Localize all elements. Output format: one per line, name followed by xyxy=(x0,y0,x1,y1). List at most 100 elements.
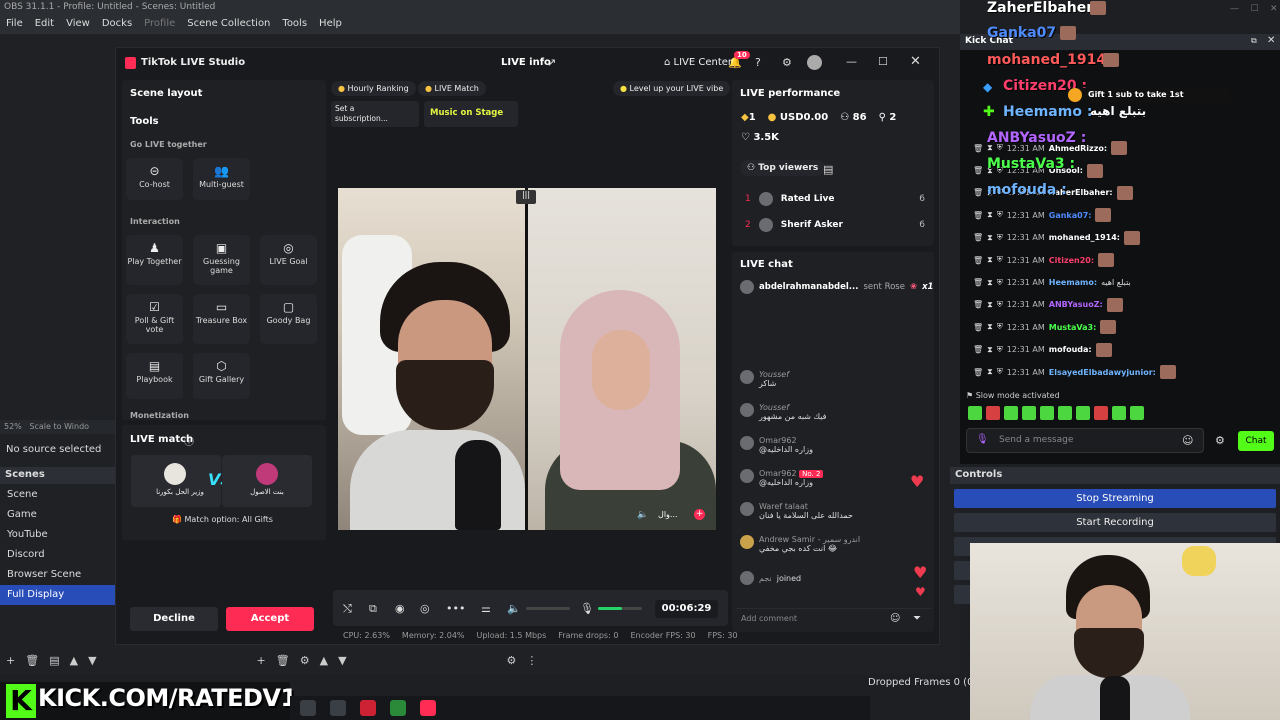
trash-icon[interactable]: 🗑 xyxy=(973,233,983,242)
trash-icon[interactable]: 🗑 xyxy=(973,345,983,354)
scene-item[interactable]: YouTube xyxy=(0,525,115,545)
maximize-icon[interactable]: ☐ xyxy=(1250,4,1258,14)
tiktok-taskbar-icon[interactable] xyxy=(420,700,436,716)
timeout-icon[interactable]: ⧗ xyxy=(987,300,993,310)
live-info-title[interactable]: LIVE info xyxy=(501,57,551,68)
kick-username[interactable]: MustaVa3: xyxy=(1049,323,1097,332)
emote-icon[interactable] xyxy=(1094,406,1108,420)
emoji-icon[interactable]: ☺ xyxy=(1182,434,1193,447)
timeout-icon[interactable]: ⧗ xyxy=(987,345,993,355)
menu-file[interactable]: File xyxy=(6,18,23,32)
send-message-input[interactable]: Send a message xyxy=(966,428,1204,453)
camera-icon[interactable]: ◎ xyxy=(420,602,430,615)
mixer-icon[interactable]: ⚙ xyxy=(507,654,517,667)
live-match-pill[interactable]: ● LIVE Match xyxy=(418,81,486,96)
multiguest-tool[interactable]: 👥 Multi-guest xyxy=(193,158,250,200)
magic-icon[interactable]: ⤭ xyxy=(343,602,352,616)
emoji-icon[interactable]: ☺ xyxy=(890,613,900,624)
emote-icon[interactable] xyxy=(1004,406,1018,420)
volume-icon[interactable]: 🔈 xyxy=(637,510,648,520)
list-icon[interactable]: ▤ xyxy=(823,163,833,176)
speaker-volume-slider[interactable] xyxy=(526,607,570,610)
share-icon[interactable]: ↗ xyxy=(547,56,556,69)
more-icon[interactable]: ⋮ xyxy=(526,654,537,667)
scale-label[interactable]: Scale to Windo xyxy=(29,422,89,431)
scene-item[interactable]: Game xyxy=(0,505,115,525)
screen-icon[interactable]: ⧉ xyxy=(369,602,377,616)
kick-username[interactable]: Citizen20: xyxy=(1049,256,1094,265)
trash-icon[interactable]: 🗑 xyxy=(973,188,983,197)
speaker-icon[interactable]: 🔈 xyxy=(507,602,521,615)
trash-icon[interactable]: 🗑 xyxy=(973,256,983,265)
trash-icon[interactable]: 🗑 xyxy=(973,323,983,332)
music-on-stage-card[interactable]: Music on Stage xyxy=(424,101,518,127)
add-comment-input[interactable]: Add comment xyxy=(741,614,797,623)
hourly-ranking-pill[interactable]: ● Hourly Ranking xyxy=(331,81,416,96)
menu-scene-collection[interactable]: Scene Collection xyxy=(187,18,270,32)
kick-username[interactable]: mohaned_1914: xyxy=(1049,233,1120,242)
up-arrow-icon[interactable]: ▲ xyxy=(70,654,78,667)
live-goal-tool[interactable]: ◎ LIVE Goal xyxy=(260,235,317,285)
goody-bag-tool[interactable]: ▢ Goody Bag xyxy=(260,294,317,344)
down-arrow-icon[interactable]: ▼ xyxy=(88,654,96,667)
timeout-icon[interactable]: ⧗ xyxy=(987,322,993,332)
split-handle-icon[interactable]: ||| xyxy=(516,190,536,204)
source-down-icon[interactable]: ▼ xyxy=(338,654,346,667)
record-icon[interactable]: ◉ xyxy=(395,602,405,615)
more-icon[interactable]: ••• xyxy=(446,602,465,615)
set-subscription-card[interactable]: Set a subscription... xyxy=(331,101,419,127)
live-center-button[interactable]: ⌂ LIVE Center xyxy=(664,57,732,68)
mic-icon[interactable]: 🎙 xyxy=(580,602,594,615)
menu-tools[interactable]: Tools xyxy=(282,18,307,32)
scene-item[interactable]: Browser Scene xyxy=(0,565,115,585)
stop-streaming-button[interactable]: Stop Streaming xyxy=(954,489,1276,508)
close-icon[interactable]: ✕ xyxy=(910,54,921,69)
emote-icon[interactable] xyxy=(986,406,1000,420)
chat-send-button[interactable]: Chat xyxy=(1238,431,1274,451)
close-icon[interactable]: ✕ xyxy=(1270,4,1278,14)
emote-icon[interactable] xyxy=(1112,406,1126,420)
gear-icon[interactable]: ⚙ xyxy=(300,654,310,667)
mic-icon[interactable]: 🎙 xyxy=(976,434,989,445)
gift-gallery-tool[interactable]: ⬡ Gift Gallery xyxy=(193,353,250,399)
menu-profile[interactable]: Profile xyxy=(144,18,175,32)
level-up-pill[interactable]: ● Level up your LIVE vibe xyxy=(613,81,731,96)
trash-icon[interactable]: 🗑 xyxy=(973,211,983,220)
taskbar-app-icon[interactable] xyxy=(330,700,346,716)
poll-tool[interactable]: ☑ Poll & Gift vote xyxy=(126,294,183,344)
playbook-tool[interactable]: ▤ Playbook xyxy=(126,353,183,399)
sliders-icon[interactable]: ⚌ xyxy=(481,602,491,615)
kick-username[interactable]: ElsayedElbadawyjunior: xyxy=(1049,368,1156,377)
timeout-icon[interactable]: ⧗ xyxy=(987,278,993,288)
avatar[interactable] xyxy=(807,55,822,70)
trash-icon[interactable]: 🗑 xyxy=(973,368,983,377)
maximize-icon[interactable]: ☐ xyxy=(878,55,888,68)
source-up-icon[interactable]: ▲ xyxy=(320,654,328,667)
remove-source-icon[interactable]: 🗑 xyxy=(276,654,290,667)
taskbar-app-icon[interactable] xyxy=(360,700,376,716)
cohost-tool[interactable]: ⊝ Co-host xyxy=(126,158,183,200)
kick-username[interactable]: ANBYasuoZ: xyxy=(1049,300,1103,309)
filter-icon[interactable]: ▤ xyxy=(49,654,59,667)
timeout-icon[interactable]: ⧗ xyxy=(987,255,993,265)
add-source-icon[interactable]: + xyxy=(257,654,266,667)
info-icon[interactable]: ⓘ xyxy=(184,433,194,448)
emote-icon[interactable] xyxy=(1076,406,1090,420)
play-together-tool[interactable]: ♟ Play Together xyxy=(126,235,183,285)
trash-icon[interactable]: 🗑 xyxy=(973,144,983,153)
add-icon[interactable]: + xyxy=(694,509,705,520)
start-recording-button[interactable]: Start Recording xyxy=(954,513,1276,532)
timeout-icon[interactable]: ⧗ xyxy=(987,233,993,243)
viewer-row[interactable]: 1 Rated Live 6 xyxy=(745,192,925,206)
taskbar-app-icon[interactable] xyxy=(300,700,316,716)
settings-gear-icon[interactable]: ⚙ xyxy=(782,56,792,69)
scene-item[interactable]: Discord xyxy=(0,545,115,565)
trash-icon[interactable]: 🗑 xyxy=(973,166,983,175)
trash-icon[interactable]: 🗑 xyxy=(973,300,983,309)
add-icon[interactable]: + xyxy=(6,654,15,667)
scene-item-selected[interactable]: Full Display xyxy=(0,585,115,605)
mic-volume-slider[interactable] xyxy=(598,607,642,610)
timeout-icon[interactable]: ⧗ xyxy=(987,367,993,377)
kick-username[interactable]: Ganka07: xyxy=(1049,211,1092,220)
minimize-icon[interactable]: — xyxy=(846,55,857,68)
